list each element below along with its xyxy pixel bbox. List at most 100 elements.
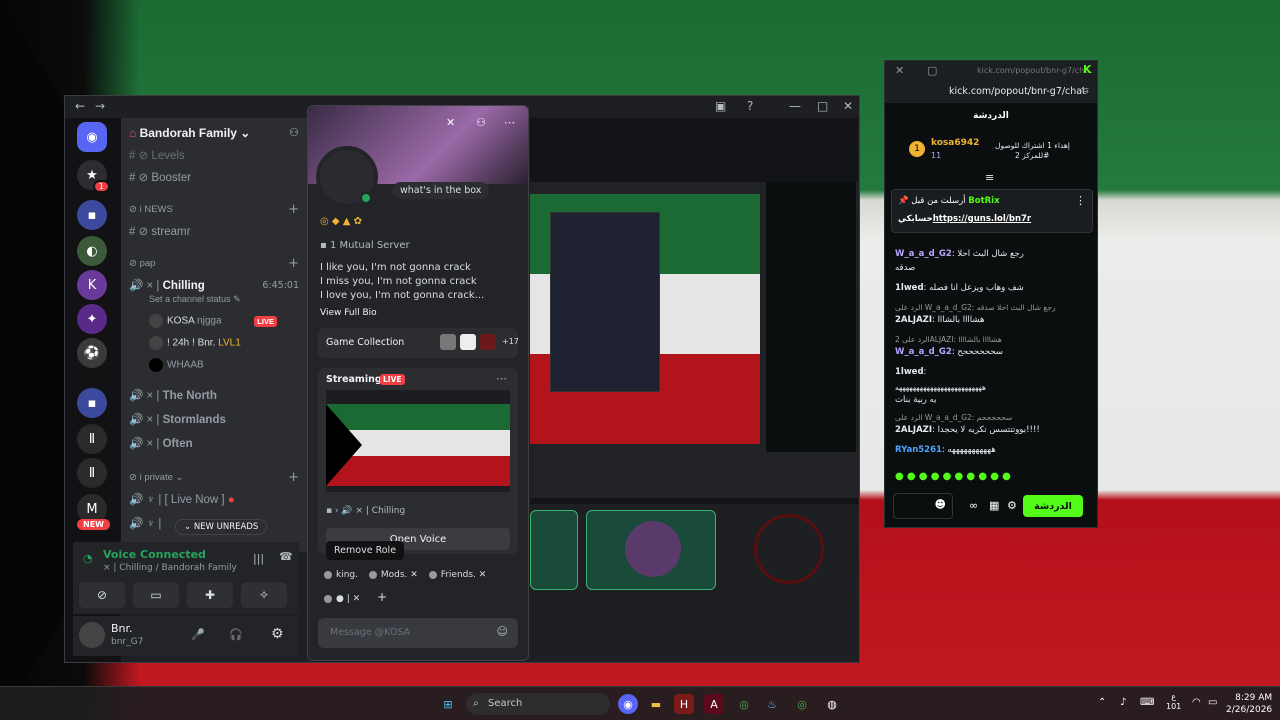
minimize-icon[interactable]: —: [789, 99, 801, 113]
server-icon-7[interactable]: Ⅱ: [77, 458, 107, 488]
headphones-icon[interactable]: 🎧: [229, 628, 243, 641]
voice-user-whaab[interactable]: WHAAB: [149, 358, 204, 372]
view-full-bio-link[interactable]: View Full Bio: [320, 308, 377, 318]
role-misc[interactable]: ● | ✕: [324, 594, 360, 604]
category-private[interactable]: ⊘ i private ⌄: [129, 472, 183, 483]
camera-off-button[interactable]: ⊘: [79, 582, 125, 608]
back-arrow-icon[interactable]: ←: [75, 99, 85, 113]
channel-partial[interactable]: 🔊 ♆ |: [129, 516, 161, 530]
chrome-icon-2[interactable]: ◎: [792, 694, 812, 714]
infinity-icon[interactable]: ∞: [969, 499, 978, 512]
settings-icon[interactable]: ⇆: [1081, 85, 1089, 96]
tray-chevron-icon[interactable]: ⌃: [1098, 697, 1106, 708]
voice-user-kosa[interactable]: KOSA njgga LIVE: [149, 314, 277, 328]
soundboard-button[interactable]: ✧: [241, 582, 287, 608]
role-mods[interactable]: Mods. ✕: [369, 570, 418, 580]
chat-message[interactable]: 1lwed:: [895, 367, 926, 377]
mic-icon[interactable]: ♪: [1120, 697, 1126, 708]
game-collection-card[interactable]: Game Collection +17: [318, 328, 519, 358]
channel-levels[interactable]: # ⊘ Levels: [129, 148, 185, 162]
add-role-icon[interactable]: +: [377, 590, 387, 604]
category-pap[interactable]: ⊘ pap: [129, 258, 155, 269]
app-icon-a[interactable]: A: [704, 694, 724, 714]
inbox-icon[interactable]: ▣: [715, 99, 726, 113]
mutual-servers[interactable]: ▪ 1 Mutual Server: [320, 240, 410, 251]
start-icon[interactable]: ⊞: [438, 694, 458, 714]
server-icon-3[interactable]: K: [77, 270, 107, 300]
participant-avatar[interactable]: [754, 514, 824, 584]
language-indicator[interactable]: ع 101: [1166, 692, 1181, 712]
chat-message[interactable]: W_a_a_d_G2: سححححححح: [895, 347, 1003, 357]
avatar[interactable]: [79, 622, 105, 648]
pinned-message[interactable]: 📌 أرسلت من قبل BotRix حسابكيhttps://guns…: [891, 189, 1093, 233]
server-icon-5[interactable]: ⚽: [77, 338, 107, 368]
server-icon-1[interactable]: ★ 1: [77, 160, 110, 193]
steam-icon[interactable]: ♨: [762, 694, 782, 714]
channel-streamr[interactable]: # ⊘ streamr: [129, 224, 190, 238]
remove-friend-icon[interactable]: ✕: [446, 116, 455, 129]
add-friend-icon[interactable]: ⚇: [289, 126, 299, 139]
channel-the-north[interactable]: 🔊 × | The North: [129, 388, 217, 402]
participant-tile-main[interactable]: [586, 510, 716, 590]
role-king[interactable]: king.: [324, 570, 358, 580]
app-icon-circle[interactable]: ◍: [822, 694, 842, 714]
activities-button[interactable]: ✚: [187, 582, 233, 608]
voice-channel-label[interactable]: × | Chilling / Bandorah Family: [103, 563, 237, 573]
gear-icon[interactable]: ⚙: [271, 626, 284, 642]
server-icon-4[interactable]: ✦: [77, 304, 107, 334]
chat-message[interactable]: RYan5261: هههههههههههه: [895, 445, 996, 455]
taskbar-search[interactable]: ⌕ Search: [466, 693, 610, 715]
store-icon[interactable]: ▦: [989, 499, 999, 512]
voice-user-bnr[interactable]: ! 24h ! Bnr. LVL1: [149, 336, 241, 350]
more-icon[interactable]: ⋯: [504, 116, 515, 129]
new-unreads-button[interactable]: ⌄ NEW UNREADS: [175, 519, 268, 535]
server-header[interactable]: ⌂ Bandorah Family ⌄: [129, 126, 250, 140]
category-news[interactable]: ⊘ i NEWS: [129, 204, 173, 215]
voice-connected-label[interactable]: Voice Connected: [103, 548, 206, 561]
channel-stormlands[interactable]: 🔊 × | Stormlands: [129, 412, 226, 426]
gear-icon[interactable]: ⚙: [1007, 499, 1017, 512]
channel-booster[interactable]: # ⊘ Booster: [129, 170, 191, 184]
add-channel-icon-3[interactable]: +: [288, 470, 299, 485]
mic-icon[interactable]: 🎤: [191, 628, 205, 641]
channel-live-now[interactable]: 🔊 ♆ | [ Live Now ] ●: [129, 492, 235, 506]
address-bar[interactable]: kick.com/popout/bnr-g7/chat ⇆: [885, 81, 1097, 103]
server-icon-6[interactable]: Ⅱ: [77, 424, 107, 454]
chat-send-button[interactable]: الدردشة: [1023, 495, 1083, 517]
user-name[interactable]: Bnr.: [111, 622, 133, 635]
stream-view[interactable]: [530, 118, 858, 504]
chat-message[interactable]: 2ALJAZI: بووتتتسس تكريه لا يحجدا!!!!: [895, 425, 1040, 435]
stream-preview[interactable]: [326, 390, 510, 492]
screen-share-button[interactable]: ▭: [133, 582, 179, 608]
disconnect-icon[interactable]: ☎: [279, 550, 293, 563]
maximize-icon[interactable]: □: [817, 99, 828, 113]
pin-more-icon[interactable]: ⋮: [1075, 194, 1086, 207]
discord-home-icon[interactable]: ◉: [77, 122, 107, 152]
chat-input[interactable]: ☻: [893, 493, 953, 519]
channel-often[interactable]: 🔊 × | Often: [129, 436, 193, 450]
app-icon-h[interactable]: H: [674, 694, 694, 714]
discord-app-icon[interactable]: ◉: [618, 694, 638, 714]
new-badge[interactable]: NEW: [77, 519, 110, 530]
add-channel-icon-2[interactable]: +: [288, 256, 299, 271]
close-icon[interactable]: ✕: [843, 99, 853, 113]
menu-icon[interactable]: ≡: [985, 171, 994, 184]
message-input[interactable]: Message @KOSA ☺: [318, 618, 518, 648]
chat-message[interactable]: W_a_a_d_G2: رجع شال البث احلا: [895, 249, 1024, 259]
help-icon[interactable]: ?: [747, 99, 753, 113]
folder-icon[interactable]: ▪: [77, 200, 107, 230]
keyboard-icon[interactable]: ⌨: [1140, 697, 1154, 708]
add-friend-icon[interactable]: ⚇: [476, 116, 486, 129]
stream-channel[interactable]: ▪ › 🔊 × | Chilling: [326, 506, 405, 516]
emoji-icon[interactable]: ☺: [497, 625, 508, 638]
set-status-link[interactable]: Set a channel status ✎: [149, 294, 241, 305]
wifi-icon[interactable]: ◠: [1192, 697, 1201, 708]
channel-chilling[interactable]: 🔊 × | Chilling: [129, 278, 205, 292]
pinned-link[interactable]: حسابكيhttps://guns.lol/bn7r: [898, 214, 1031, 224]
close-icon[interactable]: ✕: [895, 64, 904, 77]
chat-message[interactable]: 1lwed: شف وهاب ويزعل انا فصله: [895, 283, 1024, 293]
participant-tile[interactable]: [530, 510, 578, 590]
gifter-name[interactable]: kosa6942: [931, 138, 979, 148]
server-icon-2[interactable]: ◐: [77, 236, 107, 266]
forward-arrow-icon[interactable]: →: [95, 99, 105, 113]
